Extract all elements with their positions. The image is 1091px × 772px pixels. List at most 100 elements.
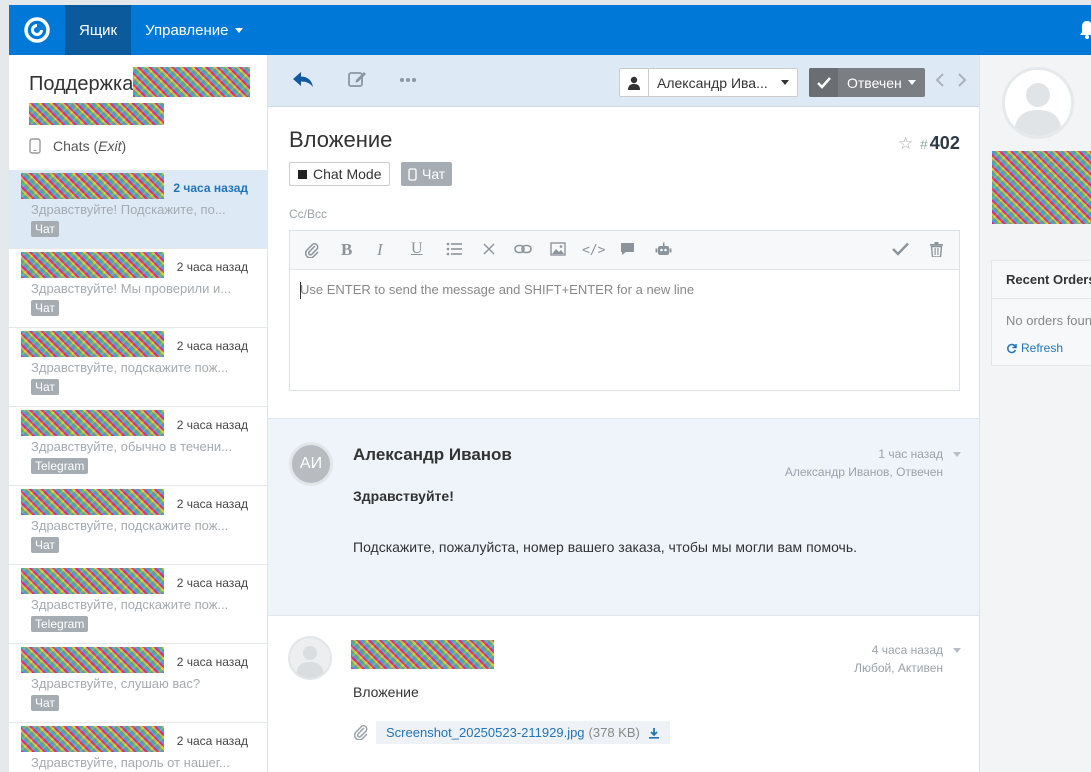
conversation-item[interactable]: 2 часа назад Здравствуйте, подскажите по… [9,328,267,407]
mailbox-title[interactable]: Поддержка [29,73,133,96]
chat-mode-button[interactable]: Chat Mode [289,162,391,186]
redacted-customer-name [21,331,164,357]
redacted-customer-name [21,410,164,436]
app-logo-icon[interactable] [9,5,65,55]
conversation-preview: Здравствуйте, подскажите пож... [31,360,229,375]
message-status: Александр Иванов, Отвечен [784,465,943,479]
paperclip-icon[interactable] [304,242,320,262]
channel-badge: Чат [31,300,59,316]
channel-badge: Telegram [31,616,89,632]
note-icon[interactable] [347,69,367,94]
conversation-item[interactable]: 2 часа назад Здравствуйте, слушаю вас? Ч… [9,644,267,723]
conversation-time: 2 часа назад [176,260,248,274]
clear-format-icon[interactable] [483,242,495,259]
bot-icon[interactable] [655,242,672,261]
link-icon[interactable] [514,242,532,259]
conversation-time: 2 часа назад [176,497,248,511]
message-status: Любой, Активен [854,661,943,675]
editor-toolbar: B I U </> [290,231,959,270]
assignee-dropdown[interactable]: Александр Ива... [619,68,798,97]
nav-mailbox-label: Ящик [79,21,118,39]
download-icon[interactable] [648,727,660,739]
conversation-item[interactable]: 2 часа назад Здравствуйте, подскажите по… [9,565,267,644]
star-icon[interactable]: ☆ [898,134,913,154]
attachment-name[interactable]: Screenshot_20250523-211929.jpg [386,725,585,740]
nav-manage[interactable]: Управление [131,5,256,55]
attachment-size: (378 KB) [588,725,640,740]
chevron-down-icon[interactable] [953,452,961,457]
check-icon [809,68,838,97]
send-check-icon[interactable] [892,242,909,260]
status-dropdown[interactable]: Отвечен [809,68,925,97]
bold-icon[interactable]: B [341,240,352,260]
conversation-time: 2 часа назад [176,734,248,748]
channel-badge: Чат [31,695,59,711]
channel-tag-label: Чат [422,166,446,182]
chevron-down-icon[interactable] [953,648,961,653]
conversation-preview: Здравствуйте, слушаю вас? [31,676,201,691]
orders-empty-text: No orders found [1006,313,1091,328]
conversation-item[interactable]: 2 часа назад Здравствуйте, пароль от наш… [9,723,267,772]
message-body: Подскажите, пожалуйста, номер вашего зак… [353,539,858,555]
redacted-customer-name [21,173,164,199]
user-icon [620,69,649,96]
conversation-time: 2 часа назад [176,655,248,669]
redacted-customer-name [21,568,164,594]
italic-icon[interactable]: I [377,240,383,260]
conversation-item[interactable]: 2 часа назад Здравствуйте, подскажите по… [9,486,267,565]
nav-manage-label: Управление [145,21,229,39]
message-greeting: Здравствуйте! [353,488,454,504]
attachment-link[interactable]: Screenshot_20250523-211929.jpg (378 KB) [376,721,670,744]
more-icon[interactable] [399,73,417,91]
conversation-preview: Здравствуйте, обычно в течени... [31,439,232,454]
assignee-name: Александр Ива... [657,74,768,91]
channel-badge: Чат [31,221,59,237]
conversation-item[interactable]: 2 часа назад Здравствуйте! Подскажите, п… [9,170,267,249]
redacted-customer-name [21,726,164,752]
chevron-down-icon [907,80,916,85]
trash-icon[interactable] [930,242,943,261]
comment-icon[interactable] [620,242,635,260]
image-icon[interactable] [550,242,566,260]
conversation-item[interactable]: 2 часа назад Здравствуйте! Мы проверили … [9,249,267,328]
redacted-customer-info [992,151,1091,224]
message-author: Александр Иванов [353,445,512,464]
list-icon[interactable] [446,242,462,260]
reply-editor: B I U </> Use ENTER to send the message … [289,230,960,391]
chevron-down-icon [234,27,243,33]
message-time: 1 час назад [878,447,943,461]
cc-bcc-link[interactable]: Cc/Bcc [289,207,327,221]
underline-icon[interactable]: U [411,240,423,258]
chats-folder[interactable]: Chats (Exit) [29,138,126,154]
channel-tag: Чат [401,162,453,186]
next-conversation-icon[interactable] [957,72,967,93]
chats-exit-link[interactable]: Exit [98,138,121,154]
conversation-list: 2 часа назад Здравствуйте! Подскажите, п… [9,170,267,772]
redacted-customer-name [21,489,164,515]
prev-conversation-icon[interactable] [935,72,945,93]
bell-icon[interactable] [1079,20,1091,45]
mobile-icon [29,138,41,154]
message-item: АИ Александр Иванов 1 час назад Александ… [268,418,979,616]
conversation-item[interactable]: 2 часа назад Здравствуйте, обычно в тече… [9,407,267,486]
redacted-customer-name [21,647,164,673]
message-time: 4 часа назад [871,643,943,657]
refresh-icon [1007,343,1017,353]
reply-textarea[interactable]: Use ENTER to send the message and SHIFT+… [290,270,959,309]
redacted-mailbox-email [29,103,164,125]
conversation-time: 2 часа назад [176,576,248,590]
refresh-link[interactable]: Refresh [1006,341,1063,355]
ticket-number-value: 402 [929,133,960,153]
chevron-down-icon [781,80,789,85]
code-icon[interactable]: </> [582,243,605,258]
channel-badge: Чат [31,379,59,395]
recent-orders-panel: Recent Orders No orders found Refresh [991,260,1091,366]
conversation-preview: Здравствуйте, пароль от нашег... [31,755,230,770]
stop-icon [298,169,307,179]
channel-badge: Telegram [31,458,89,474]
conversation-preview: Здравствуйте! Мы проверили и... [31,281,232,296]
conversation-subject: Вложение [289,127,393,152]
conversation-preview: Здравствуйте, подскажите пож... [31,518,229,533]
reply-icon[interactable] [292,69,314,94]
nav-mailbox[interactable]: Ящик [65,5,132,55]
